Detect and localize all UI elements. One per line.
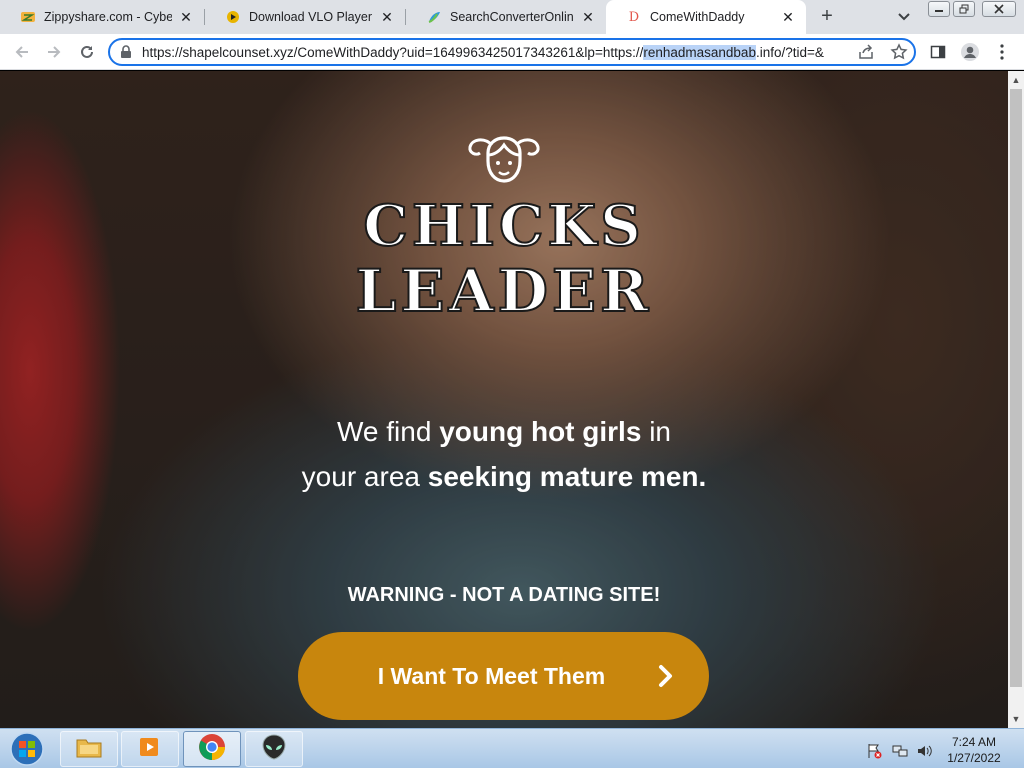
tab-title: Download VLO Player — [249, 10, 372, 24]
d-letter-icon: D — [628, 9, 640, 25]
zippyshare-icon — [20, 9, 36, 25]
media-player-icon — [137, 734, 163, 765]
tab-title: SearchConverterOnline — [450, 10, 574, 24]
headline-emphasis: young hot girls — [439, 416, 642, 447]
start-button[interactable] — [4, 731, 50, 767]
new-tab-button[interactable]: + — [816, 5, 838, 27]
profile-avatar-icon[interactable] — [960, 42, 980, 62]
action-center-flag-icon[interactable] — [866, 743, 882, 759]
side-panel-icon[interactable] — [928, 42, 948, 62]
restore-button[interactable] — [953, 1, 975, 17]
girl-pigtails-logo-icon — [462, 131, 546, 191]
meet-them-button[interactable]: I Want To Meet Them — [298, 632, 709, 720]
chrome-icon — [198, 733, 226, 766]
tab-title: ComeWithDaddy — [650, 10, 745, 24]
back-arrow-icon[interactable] — [12, 42, 32, 62]
scroll-down-arrow-icon[interactable]: ▼ — [1008, 712, 1024, 726]
volume-icon[interactable] — [916, 743, 932, 759]
scrollbar-thumb[interactable] — [1010, 89, 1022, 687]
chevron-down-icon[interactable] — [895, 7, 913, 25]
tab-strip: Zippyshare.com - CyberS ✕ Download VLO P… — [0, 0, 1024, 34]
headline-text: We find — [337, 416, 440, 447]
scroll-up-arrow-icon[interactable]: ▲ — [1008, 73, 1024, 87]
url-prefix: https://shapelcounset.xyz/ComeWithDaddy?… — [142, 45, 644, 60]
tab-search-converter[interactable]: SearchConverterOnline ✕ — [406, 0, 606, 34]
vertical-scrollbar[interactable]: ▲ ▼ — [1008, 71, 1024, 728]
headline-line-2: your area seeking mature men. — [0, 461, 1008, 493]
close-window-button[interactable] — [982, 1, 1016, 17]
explorer-icon — [75, 735, 103, 764]
headline-emphasis: seeking mature men. — [427, 461, 707, 492]
taskbar-media-player[interactable] — [121, 731, 179, 767]
taskbar-chrome[interactable] — [183, 731, 241, 767]
clock-date[interactable]: 1/27/2022 — [940, 751, 1008, 765]
vlo-player-icon — [225, 9, 241, 25]
cta-label: I Want To Meet Them — [377, 662, 606, 689]
minimize-button[interactable] — [928, 1, 950, 17]
alien-icon — [261, 733, 287, 766]
reload-icon[interactable] — [77, 42, 97, 62]
windows-taskbar: 7:24 AM 1/27/2022 — [0, 728, 1024, 768]
forward-arrow-icon[interactable] — [44, 42, 64, 62]
share-icon[interactable] — [858, 44, 874, 65]
browser-toolbar: https://shapelcounset.xyz/ComeWithDaddy?… — [0, 34, 1024, 70]
page-viewport: CHICKS LEADER We find young hot girls in… — [0, 71, 1008, 728]
headline-line-1: We find young hot girls in — [0, 416, 1008, 448]
logo-text-line-1: CHICKS — [362, 192, 645, 260]
chevron-right-icon — [657, 664, 675, 688]
url-selected-text: renhadmasandbab — [643, 45, 756, 60]
tab-zippyshare[interactable]: Zippyshare.com - CyberS ✕ — [0, 0, 204, 34]
taskbar-alien-app[interactable] — [245, 731, 303, 767]
close-icon[interactable]: ✕ — [178, 9, 194, 25]
kebab-menu-icon[interactable] — [992, 42, 1012, 62]
system-tray: 7:24 AM 1/27/2022 — [860, 731, 1020, 767]
taskbar-explorer[interactable] — [60, 731, 118, 767]
clock-time[interactable]: 7:24 AM — [944, 735, 1004, 749]
tab-vlo-player[interactable]: Download VLO Player ✕ — [205, 0, 405, 34]
tab-title: Zippyshare.com - CyberS — [44, 10, 172, 24]
headline-text: your area — [301, 461, 428, 492]
lock-icon[interactable] — [120, 45, 132, 64]
headline-text: in — [641, 416, 671, 447]
address-bar[interactable]: https://shapelcounset.xyz/ComeWithDaddy?… — [108, 38, 916, 66]
url-text[interactable]: https://shapelcounset.xyz/ComeWithDaddy?… — [142, 45, 850, 61]
close-icon[interactable]: ✕ — [580, 9, 596, 25]
url-suffix: .info/?tid=& — [755, 45, 824, 60]
tab-come-with-daddy[interactable]: D ComeWithDaddy ✕ — [606, 0, 806, 34]
network-icon[interactable] — [892, 743, 908, 759]
warning-text: WARNING - NOT A DATING SITE! — [347, 584, 661, 606]
close-icon[interactable]: ✕ — [379, 9, 395, 25]
logo-text-line-2: LEADER — [355, 256, 653, 326]
star-icon[interactable] — [890, 43, 908, 66]
search-converter-icon — [426, 9, 442, 25]
close-icon[interactable]: ✕ — [780, 9, 796, 25]
